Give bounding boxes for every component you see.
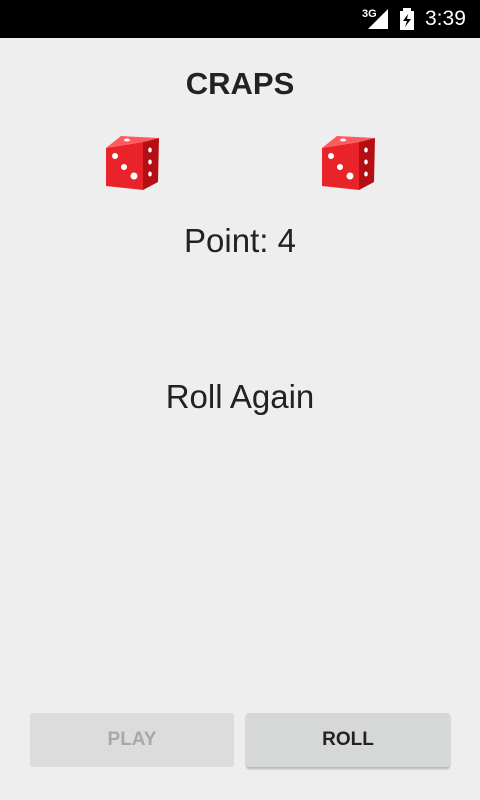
signal-icon	[368, 9, 388, 29]
roll-button[interactable]: ROLL	[246, 713, 450, 767]
die-left-icon	[106, 136, 159, 190]
status-bar: 3G 3:39	[0, 0, 480, 38]
die-right-icon	[322, 136, 375, 190]
play-button[interactable]: PLAY	[30, 713, 234, 767]
battery-charging-icon	[400, 8, 414, 30]
clock: 3:39	[425, 7, 466, 30]
page-title: CRAPS	[185, 66, 295, 101]
point-label: Point: 4	[184, 222, 296, 259]
status-message: Roll Again	[165, 378, 315, 415]
